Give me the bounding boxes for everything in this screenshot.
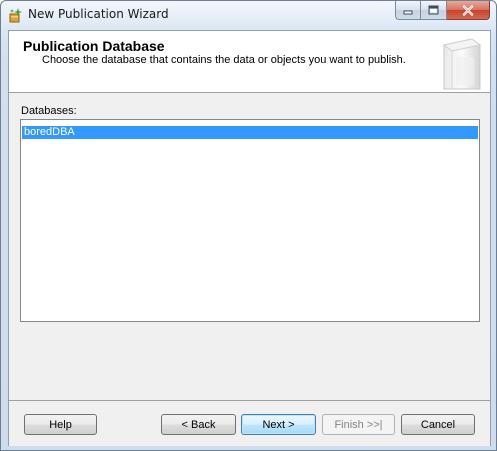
wizard-window: New Publication Wizard Publication Datab… (0, 0, 497, 451)
help-button[interactable]: Help (24, 414, 97, 435)
wizard-app-icon (9, 8, 22, 23)
minimize-button[interactable] (395, 1, 421, 20)
minimize-icon (403, 10, 413, 14)
databases-label: Databases: (21, 105, 77, 117)
caption-buttons (395, 1, 490, 21)
maximize-button[interactable] (421, 1, 447, 20)
close-icon (462, 4, 474, 16)
close-button[interactable] (447, 1, 490, 20)
page-title: Publication Database (23, 38, 165, 54)
database-graphic-icon (442, 38, 482, 90)
next-button[interactable]: Next > (241, 414, 316, 435)
cancel-button[interactable]: Cancel (401, 414, 475, 435)
maximize-icon (428, 5, 439, 15)
wizard-client-area: Publication Database Choose the database… (8, 30, 491, 446)
title-bar[interactable]: New Publication Wizard (1, 1, 496, 29)
back-button[interactable]: < Back (161, 414, 236, 435)
wizard-header-panel: Publication Database Choose the database… (9, 31, 490, 93)
finish-button[interactable]: Finish >>| (322, 414, 395, 435)
wizard-button-bar: Help < Back Next > Finish >>| Cancel (9, 400, 490, 446)
databases-listbox[interactable]: boredDBA (20, 119, 480, 322)
database-list-item[interactable]: boredDBA (22, 126, 478, 139)
page-description: Choose the database that contains the da… (42, 54, 406, 66)
window-title: New Publication Wizard (28, 7, 169, 21)
